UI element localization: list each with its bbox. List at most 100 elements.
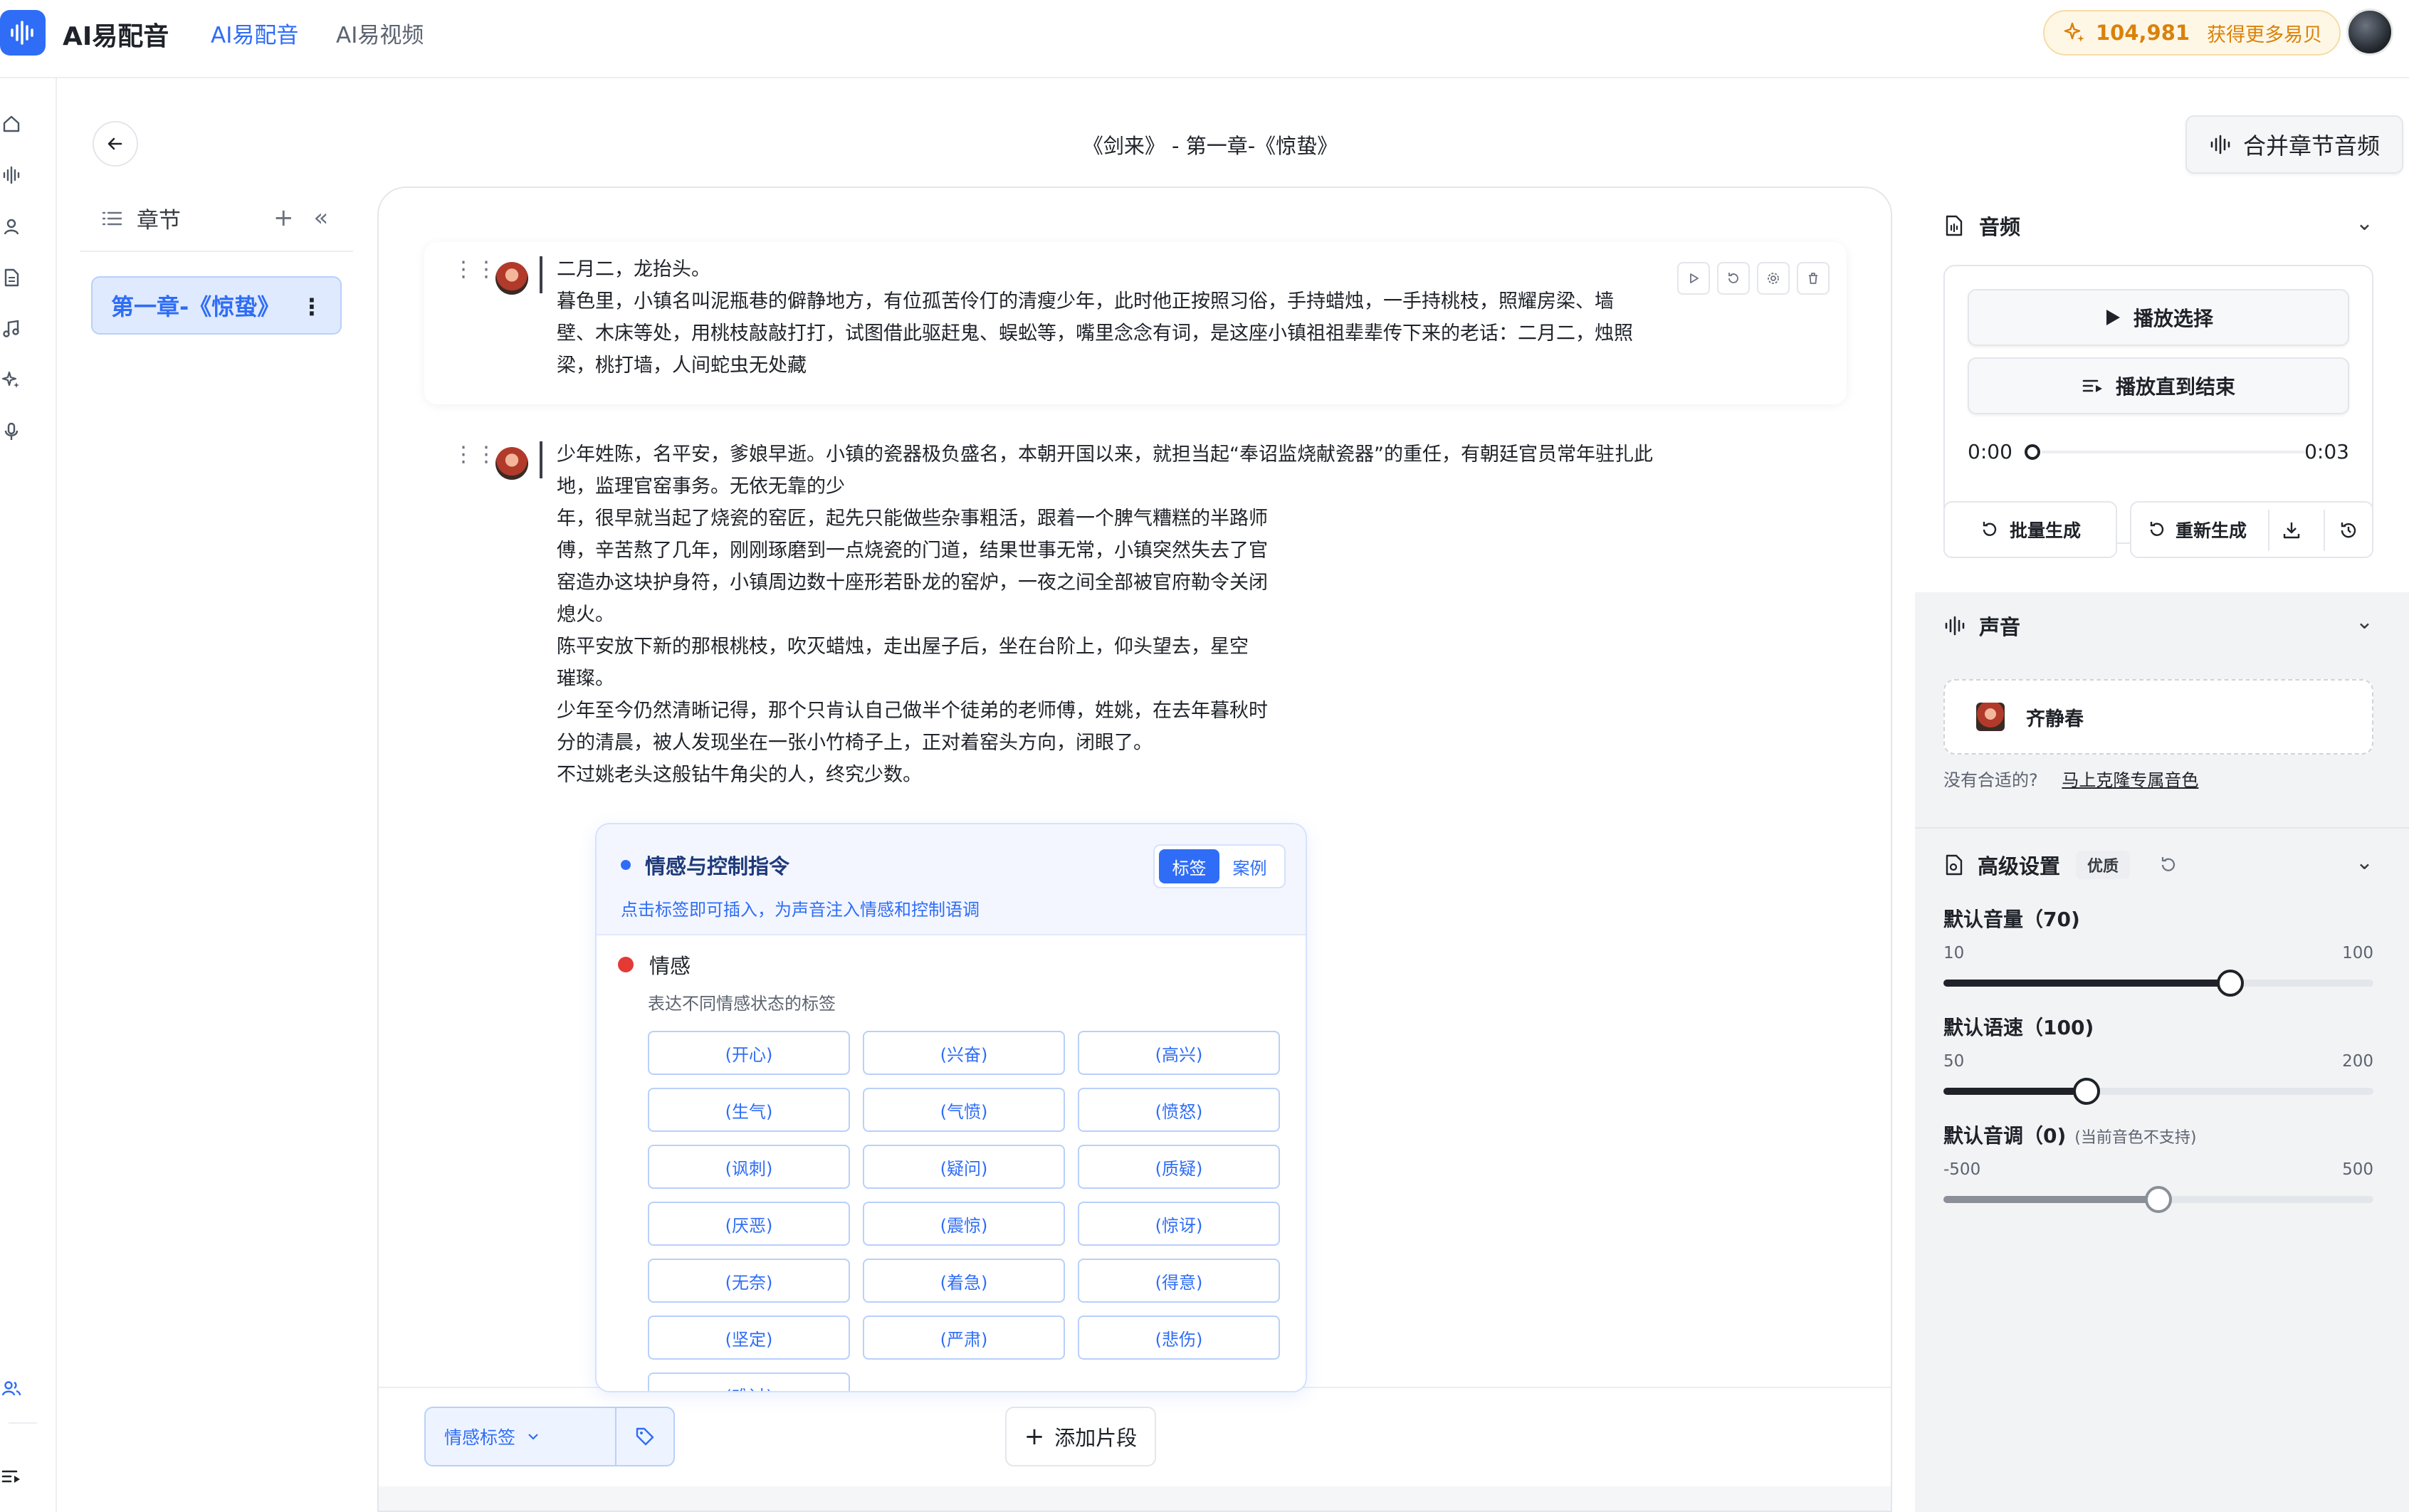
- emotion-dot: [618, 957, 634, 972]
- chevron-down-icon[interactable]: ⌄: [2356, 609, 2373, 634]
- back-button[interactable]: [93, 121, 138, 167]
- emotion-tag[interactable]: (震惊): [863, 1202, 1065, 1246]
- voice-card[interactable]: 齐静春: [1943, 679, 2373, 755]
- emotion-tag[interactable]: (讽刺): [648, 1145, 850, 1189]
- emotion-tag[interactable]: (严肃): [863, 1316, 1065, 1360]
- play-icon[interactable]: [1677, 262, 1710, 295]
- team-icon[interactable]: [0, 1377, 23, 1400]
- volume-slider[interactable]: [1943, 968, 2373, 997]
- regenerate-label: 重新生成: [2176, 520, 2247, 541]
- nav-dubbing[interactable]: AI易配音: [211, 17, 298, 49]
- emotion-section-desc: 表达不同情感状态的标签: [648, 994, 836, 1014]
- emotion-tag[interactable]: (难过): [648, 1372, 850, 1391]
- merge-audio-button[interactable]: 合并章节音频: [2185, 115, 2403, 174]
- add-segment-button[interactable]: + 添加片段: [1005, 1407, 1156, 1466]
- emotion-tag[interactable]: (厌恶): [648, 1202, 850, 1246]
- time-end: 0:03: [2304, 440, 2349, 463]
- home-icon[interactable]: [0, 112, 23, 135]
- emotion-tag[interactable]: (坚定): [648, 1316, 850, 1360]
- chapter-item[interactable]: 第一章-《惊蛰》 ⋮: [91, 276, 342, 335]
- speed-slider[interactable]: [1943, 1076, 2373, 1105]
- pitch-note: (当前音色不支持): [2074, 1129, 2197, 1147]
- emotion-tag[interactable]: (着急): [863, 1259, 1065, 1303]
- paragraph-block[interactable]: ⋮⋮ 二月二，龙抬头。 暮色里，小镇名叫泥瓶巷的僻静地方，有位孤苦伶仃的清瘦少年…: [424, 242, 1847, 404]
- text-cursor: [540, 441, 542, 478]
- settings-icon[interactable]: [1757, 262, 1790, 295]
- waveform-icon: [1945, 616, 1965, 636]
- chapter-heading-label: 章节: [137, 208, 181, 233]
- timeline-track[interactable]: [2042, 451, 2305, 453]
- time-start: 0:00: [1968, 440, 2012, 463]
- history-icon[interactable]: [2338, 520, 2359, 545]
- get-more-link[interactable]: 获得更多易贝: [2207, 19, 2322, 47]
- quality-badge: 优质: [2076, 851, 2131, 879]
- reset-icon[interactable]: [2158, 855, 2178, 875]
- emotion-tag[interactable]: (悲伤): [1078, 1316, 1280, 1360]
- emotion-tag[interactable]: (愤怒): [1078, 1088, 1280, 1132]
- emotion-tag[interactable]: (开心): [648, 1031, 850, 1075]
- emotion-tag[interactable]: (生气): [648, 1088, 850, 1132]
- volume-range: 10 100: [1943, 944, 2373, 962]
- sparkle-nav-icon[interactable]: [0, 369, 23, 392]
- emotion-tag[interactable]: (惊讶): [1078, 1202, 1280, 1246]
- music-icon[interactable]: [0, 317, 23, 340]
- tab-cases[interactable]: 案例: [1219, 849, 1280, 883]
- paragraph-text[interactable]: 二月二，龙抬头。 暮色里，小镇名叫泥瓶巷的僻静地方，有位孤苦伶仃的清瘦少年，此时…: [557, 253, 1639, 382]
- pitch-slider[interactable]: [1943, 1185, 2373, 1213]
- volume-thumb[interactable]: [2217, 970, 2244, 997]
- emotion-tag[interactable]: (质疑): [1078, 1145, 1280, 1189]
- list-settings-icon[interactable]: [0, 1465, 23, 1488]
- play-to-end-button[interactable]: 播放直到结束: [1968, 357, 2349, 414]
- user-avatar[interactable]: [2346, 9, 2393, 56]
- text-cursor: [540, 256, 542, 293]
- waveform-icon[interactable]: [0, 164, 23, 187]
- divider: [2268, 510, 2269, 551]
- timeline-knob[interactable]: [2025, 444, 2040, 460]
- emotion-tag[interactable]: (无奈): [648, 1259, 850, 1303]
- trash-icon[interactable]: [1797, 262, 1830, 295]
- more-vertical-icon[interactable]: ⋮: [300, 293, 323, 320]
- emotion-tag[interactable]: (气愤): [863, 1088, 1065, 1132]
- microphone-icon[interactable]: [0, 420, 23, 443]
- play-selection-button[interactable]: 播放选择: [1968, 289, 2349, 346]
- voice-heading: 声音: [1979, 615, 2021, 639]
- document-icon[interactable]: [0, 266, 23, 289]
- audio-timeline[interactable]: 0:00 0:03: [1968, 437, 2349, 466]
- nav-video[interactable]: AI易视频: [336, 17, 424, 49]
- list-icon: [102, 211, 122, 225]
- batch-generate-button[interactable]: 批量生成: [1943, 501, 2117, 558]
- speaker-avatar[interactable]: [495, 262, 528, 295]
- tag-icon[interactable]: [616, 1407, 675, 1466]
- chevron-down-icon[interactable]: ⌄: [2356, 850, 2373, 875]
- credit-count: 104,981: [2096, 21, 2190, 45]
- pitch-thumb[interactable]: [2145, 1186, 2172, 1213]
- tab-tags[interactable]: 标签: [1159, 849, 1219, 883]
- regenerate-button[interactable]: 重新生成: [2147, 517, 2247, 542]
- emotion-tag-dropdown[interactable]: 情感标签: [424, 1407, 616, 1466]
- clone-voice-link[interactable]: 马上克隆专属音色: [2062, 770, 2198, 790]
- audio-section-header[interactable]: 音频: [1943, 211, 2020, 241]
- speaker-avatar[interactable]: [495, 447, 528, 480]
- download-icon[interactable]: [2281, 520, 2302, 545]
- chevron-down-icon[interactable]: ⌄: [2356, 211, 2373, 236]
- emotion-tag[interactable]: (疑问): [863, 1145, 1065, 1189]
- user-icon[interactable]: [0, 215, 23, 238]
- regenerate-icon[interactable]: [1717, 262, 1750, 295]
- paragraph-text[interactable]: 少年姓陈，名平安，爹娘早逝。小镇的瓷器极负盛名，本朝开国以来，就担当起“奉诏监烧…: [557, 439, 1653, 791]
- drag-handle-icon[interactable]: ⋮⋮: [453, 259, 498, 280]
- list-play-icon: [2082, 379, 2102, 392]
- top-bar: AI易配音 AI易配音 AI易视频 104,981 获得更多易贝: [0, 0, 2409, 78]
- collapse-icon[interactable]: «: [314, 204, 329, 232]
- editor-bottom-toolbar: 情感标签 + 添加片段: [379, 1387, 1891, 1486]
- paragraph-toolbar: [1677, 262, 1830, 295]
- emotion-tag[interactable]: (高兴): [1078, 1031, 1280, 1075]
- emotion-tag[interactable]: (兴奋): [863, 1031, 1065, 1075]
- add-chapter-icon[interactable]: +: [273, 204, 294, 232]
- advanced-section-header[interactable]: 高级设置 优质: [1943, 850, 2178, 880]
- credits-pill[interactable]: 104,981 获得更多易贝: [2043, 10, 2341, 56]
- voice-section-header[interactable]: 声音: [1943, 611, 2020, 641]
- pitch-min: -500: [1943, 1160, 1981, 1179]
- speed-thumb[interactable]: [2073, 1078, 2100, 1105]
- emotion-tag[interactable]: (得意): [1078, 1259, 1280, 1303]
- drag-handle-icon[interactable]: ⋮⋮: [453, 444, 498, 466]
